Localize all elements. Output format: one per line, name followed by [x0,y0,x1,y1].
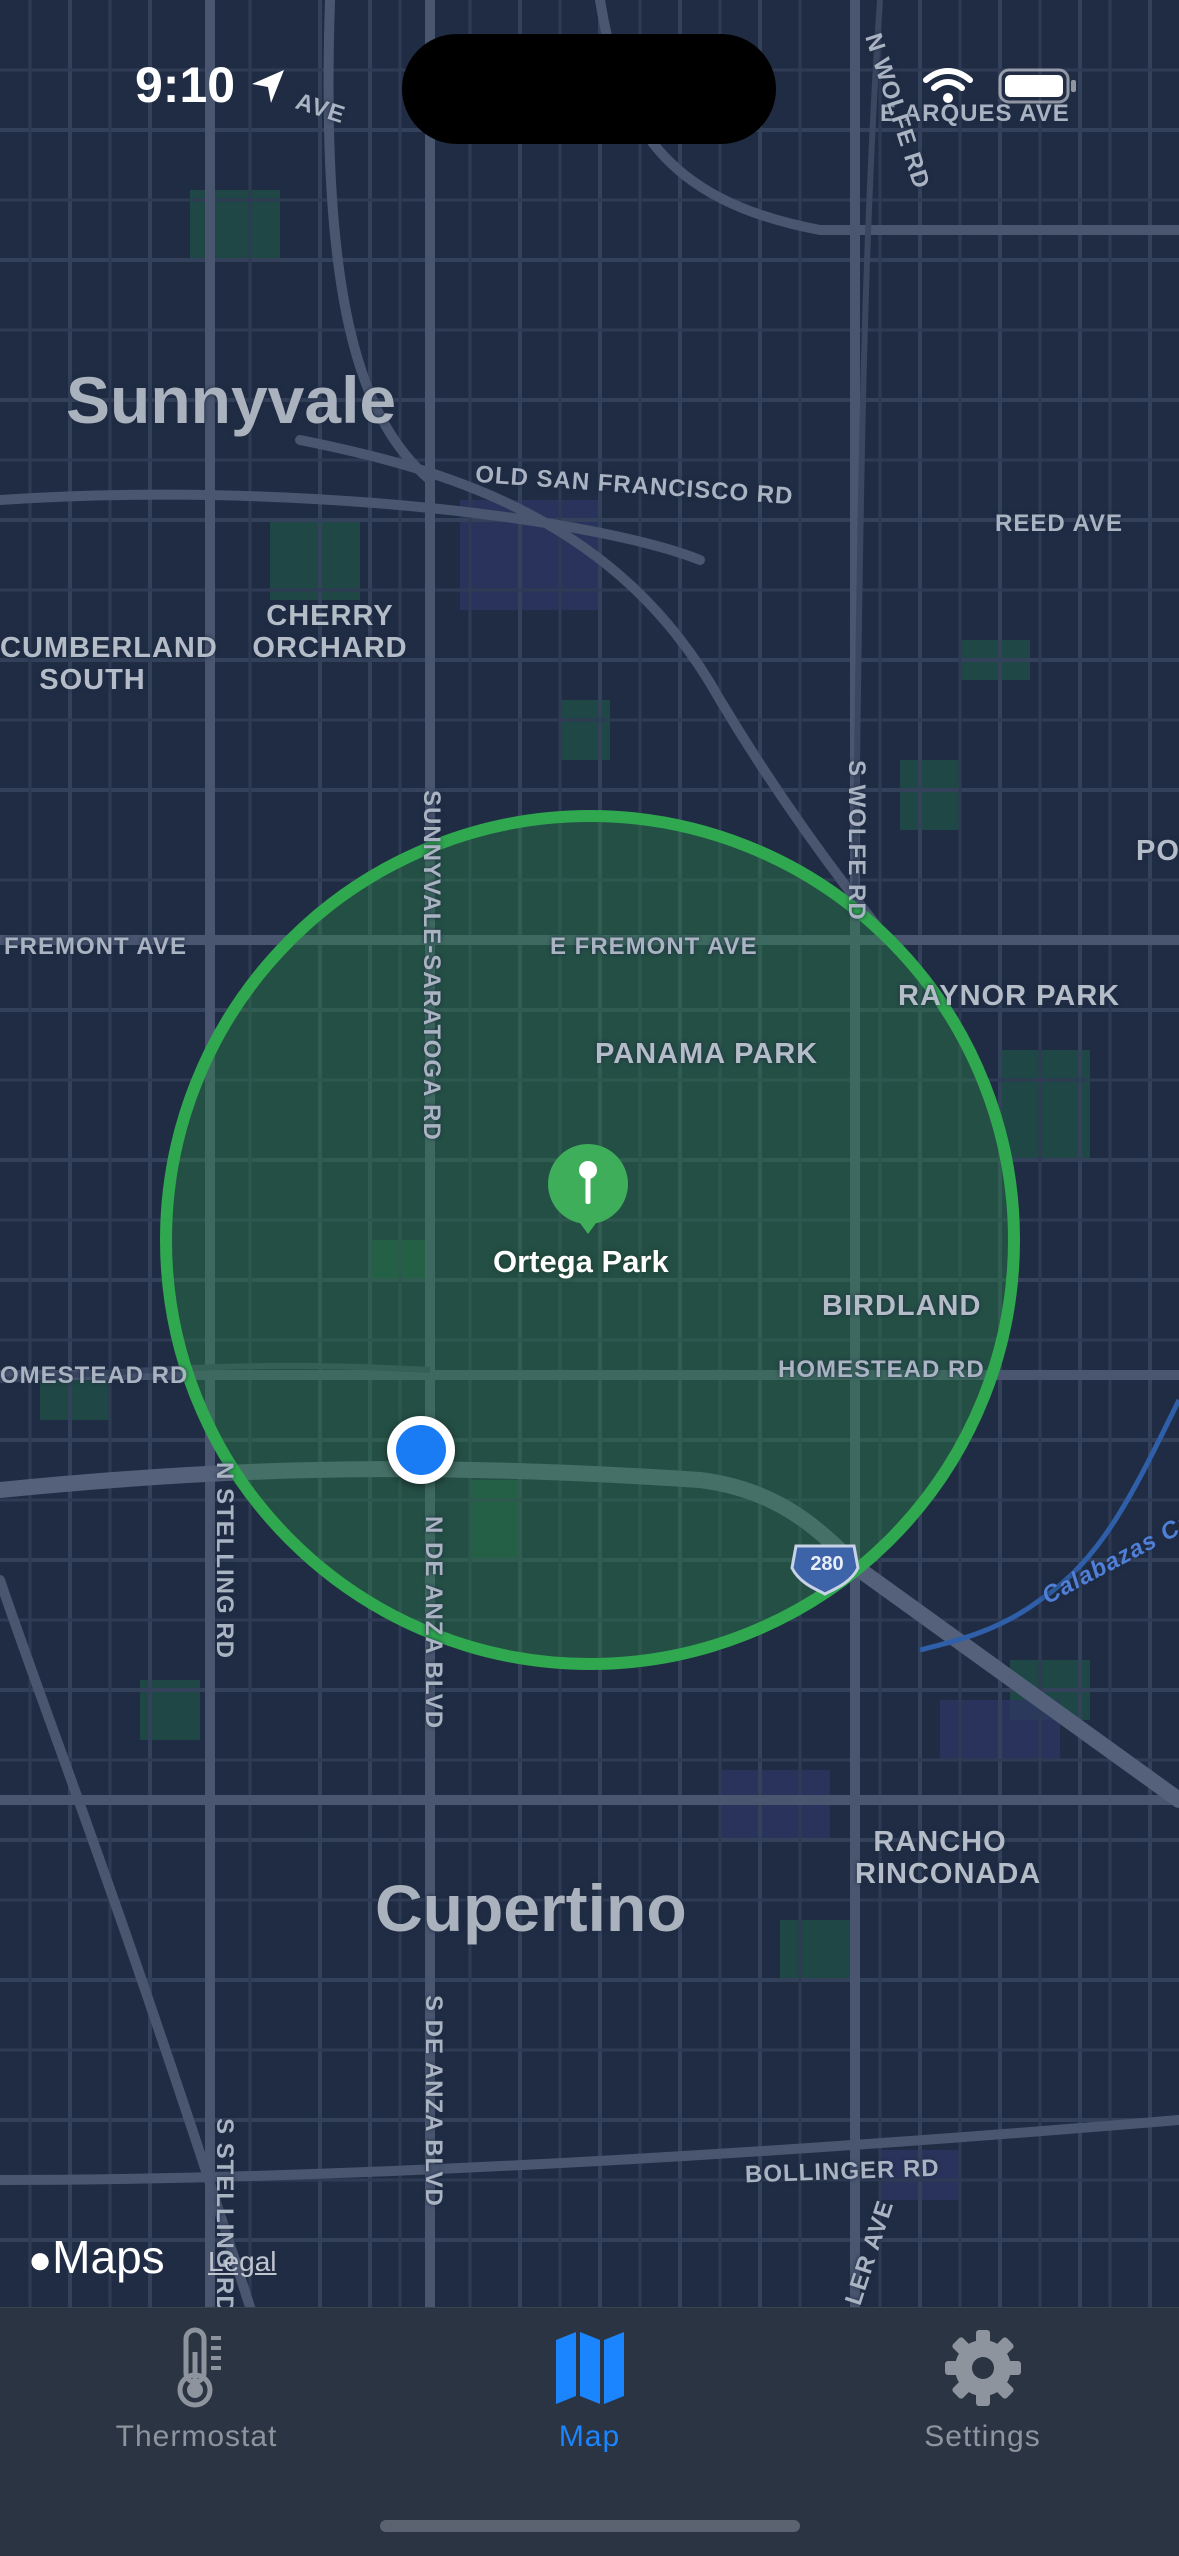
city-label-cupertino: Cupertino [375,1871,687,1945]
map-icon [555,2332,624,2404]
road-label-reed-ave: REED AVE [995,510,1124,537]
neighborhood-line: CUMBERLAND [0,632,218,664]
neighborhood-label-rancho-rinconada: RANCHO RINCONADA [855,1826,1042,1890]
app-screen: AVE E ARQUES AVE N WOLFE RD OLD SAN FRAN… [0,0,1179,2556]
road-label-sunnyvale-saratoga-rd: SUNNYVALE-SARATOGA RD [418,790,445,1141]
tab-thermostat[interactable]: Thermostat [0,2308,393,2508]
neighborhood-line: SOUTH [39,664,146,696]
wifi-icon [923,68,973,103]
location-arrow-icon [252,70,284,103]
user-location-dot[interactable] [387,1416,455,1484]
gear-icon [944,2330,1021,2406]
neighborhood-line: RANCHO [873,1826,1007,1858]
neighborhood-line: CHERRY [266,600,394,632]
pin-label: Ortega Park [493,1244,669,1279]
road-label-homestead-rd-west: OMESTEAD RD [0,1362,189,1389]
location-pin-icon [548,1144,628,1234]
maps-logo-text: Maps [52,2231,165,2283]
tab-bar: Thermostat Map Settings [0,2307,1179,2556]
tab-map[interactable]: Map [393,2308,786,2508]
road-label-e-fremont-ave: E FREMONT AVE [550,933,758,960]
road-label-n-stelling-rd: N STELLING RD [211,1462,238,1659]
status-time: 9:10 [135,57,236,113]
neighborhood-label-panama-park: PANAMA PARK [595,1038,819,1070]
neighborhood-label-raynor-park: RAYNOR PARK [898,980,1121,1012]
tab-label: Settings [924,2420,1041,2453]
apple-logo-icon: ● [28,2238,53,2282]
battery-icon [998,68,1076,104]
map-view[interactable]: AVE E ARQUES AVE N WOLFE RD OLD SAN FRAN… [0,0,1179,2314]
city-label-sunnyvale: Sunnyvale [66,363,397,437]
status-bar: 9:10 [0,0,1179,150]
road-label-n-de-anza-blvd: N DE ANZA BLVD [420,1516,447,1730]
road-label-fremont-ave: FREMONT AVE [4,933,187,960]
home-indicator[interactable] [380,2520,800,2532]
neighborhood-line: RINCONADA [855,1858,1042,1890]
legal-link[interactable]: Legal [208,2246,277,2278]
road-label-homestead-rd-east: HOMESTEAD RD [778,1356,985,1383]
road-label-s-wolfe-rd: S WOLFE RD [843,760,870,921]
apple-maps-logo: ●Maps [28,2230,165,2284]
tab-label: Map [558,2420,621,2453]
highway-280-label: 280 [810,1553,844,1575]
neighborhood-label-birdland: BIRDLAND [822,1290,982,1322]
neighborhood-line: ORCHARD [252,632,408,664]
neighborhood-label-edge: POI [1136,835,1179,867]
road-label-s-de-anza-blvd: S DE ANZA BLVD [420,1995,447,2207]
dynamic-island [402,34,776,144]
tab-label: Thermostat [115,2420,278,2453]
road-label-s-stelling-rd: S STELLING RD [211,2118,238,2314]
thermometer-icon [177,2327,221,2408]
neighborhood-label-cumberland-south: CUMBERLAND SOUTH [0,632,218,696]
neighborhood-label-cherry-orchard: CHERRY ORCHARD [250,600,410,664]
tab-settings[interactable]: Settings [786,2308,1179,2508]
map-pin-ortega-park[interactable] [545,1142,631,1238]
user-location-icon [396,1425,446,1475]
